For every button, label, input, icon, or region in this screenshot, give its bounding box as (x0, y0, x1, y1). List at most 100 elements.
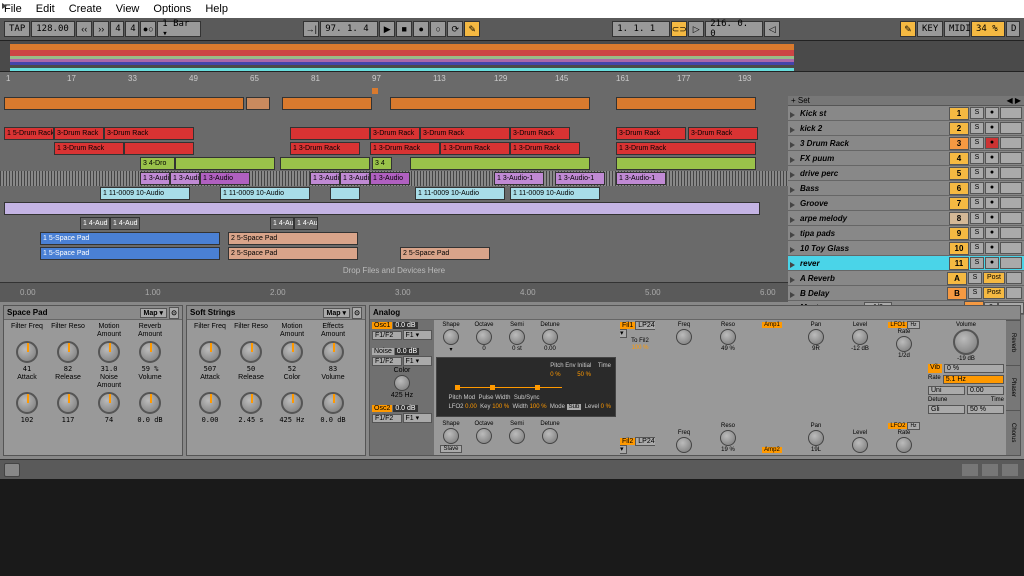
env-val[interactable]: 100 % (530, 404, 547, 410)
follow-icon[interactable]: →| (303, 21, 319, 37)
envelope-display[interactable]: Pitch Env Initial Time 0 % 50 % Pitch Mo… (436, 357, 616, 417)
play-triangle-icon[interactable] (790, 277, 795, 283)
tap-button[interactable]: TAP (4, 21, 30, 37)
loop-length-field[interactable]: 216. 0. 0 (705, 21, 763, 37)
clip[interactable] (330, 187, 360, 200)
vrate-val[interactable]: 5.1 Hz (943, 375, 1004, 384)
play-triangle-icon[interactable] (790, 247, 795, 253)
automation-arm-icon[interactable]: ⟳ (447, 21, 463, 37)
clip[interactable] (410, 157, 590, 170)
solo-button[interactable]: S (970, 257, 984, 269)
clip[interactable]: 2 5-Space Pad (228, 247, 358, 260)
solo-button[interactable]: S (970, 107, 984, 119)
fil1-reso-knob[interactable] (720, 329, 736, 345)
env-val[interactable]: 100 % (492, 404, 509, 410)
clip[interactable]: 1 11-0009 10-Audio (415, 187, 505, 200)
shape2-knob[interactable] (443, 428, 459, 444)
noise-color-knob[interactable] (394, 375, 410, 391)
clip[interactable] (246, 97, 270, 110)
play-triangle-icon[interactable] (790, 172, 795, 178)
track-activator[interactable]: 2 (949, 122, 969, 135)
noise-f1f2[interactable]: F1/F2 (372, 357, 402, 366)
clip[interactable]: 1 5-Space Pad (40, 232, 220, 245)
clip[interactable] (290, 127, 370, 140)
post-button[interactable]: Post (983, 272, 1005, 284)
play-triangle-icon[interactable] (790, 112, 795, 118)
lfo1-tag[interactable]: LFO1 (888, 322, 907, 328)
oct2-knob[interactable] (476, 428, 492, 444)
solo-button[interactable]: S (970, 152, 984, 164)
arm-button[interactable]: ● (985, 257, 999, 269)
track-header[interactable]: Kick st 1 S ● (788, 106, 1024, 121)
gli-time[interactable]: 50 % (967, 405, 1004, 414)
return-track-header[interactable]: A Reverb A S Post (788, 271, 1024, 286)
clip[interactable]: 1 3-Audio (200, 172, 250, 185)
filter freq-knob[interactable] (199, 341, 221, 363)
track-header[interactable]: arpe melody 8 S ● (788, 211, 1024, 226)
bar-ruler[interactable]: 1 17 33 49 65 81 97 113 129 145 161 177 … (0, 72, 1024, 88)
track-header[interactable]: FX puum 4 S ● (788, 151, 1024, 166)
track-activator[interactable]: B (947, 287, 967, 300)
view-selector-icon[interactable] (1002, 464, 1018, 476)
clip[interactable]: 1 5-Drum Rack (4, 127, 54, 140)
amp2-tag[interactable]: Amp2 (762, 447, 782, 453)
solo-button[interactable]: S (970, 167, 984, 179)
gli-tag[interactable]: Gli (928, 405, 965, 414)
track-activator[interactable]: 10 (949, 242, 969, 255)
lfo2-hz[interactable]: Hz (907, 422, 919, 430)
uni-val[interactable]: 0.00 (967, 386, 1004, 395)
view-selector-icon[interactable] (982, 464, 998, 476)
solo-button[interactable]: S (970, 227, 984, 239)
clip[interactable] (124, 142, 194, 155)
env-val[interactable]: 0 % (550, 372, 560, 378)
amp1-level-knob[interactable] (852, 329, 868, 345)
track-header[interactable]: Groove 7 S ● (788, 196, 1024, 211)
env-val[interactable]: 0.00 (465, 404, 477, 410)
stop-button[interactable]: ■ (396, 21, 412, 37)
pencil-mode-button[interactable]: ✎ (900, 21, 916, 37)
midi-map-button[interactable]: MIDI (944, 21, 970, 37)
motion amount-knob[interactable] (98, 341, 120, 363)
clip[interactable]: 1 5-Space Pad (40, 247, 220, 260)
osc2-f1f2[interactable]: F1/F2 (372, 414, 402, 423)
clip[interactable]: 1 4-Aud (270, 217, 294, 230)
tab-phaser[interactable]: Phaser (1006, 365, 1020, 410)
clip[interactable]: 1 3-Audio (140, 172, 170, 185)
solo-button[interactable]: S (970, 242, 984, 254)
map-button[interactable]: Map ▾ (323, 308, 350, 318)
attack-knob[interactable] (16, 392, 38, 414)
volume-knob[interactable] (322, 392, 344, 414)
track-header[interactable]: tipa pads 9 S ● (788, 226, 1024, 241)
clip[interactable]: 3-Drum Rack (420, 127, 510, 140)
env-val[interactable]: 50 % (577, 372, 591, 378)
osc2-tag[interactable]: Osc2 (372, 405, 392, 412)
clip[interactable]: 1 3-Audio-1 (616, 172, 666, 185)
arm-button[interactable]: ● (985, 107, 999, 119)
fil2-tag[interactable]: Fil2 (620, 438, 635, 445)
filter reso-knob[interactable] (57, 341, 79, 363)
track-header[interactable]: drive perc 5 S ● (788, 166, 1024, 181)
track-activator[interactable]: 11 (949, 257, 969, 270)
nudge-up-icon[interactable]: ›› (93, 21, 109, 37)
track-activator[interactable]: 5 (949, 167, 969, 180)
env-val[interactable]: Sub (567, 404, 582, 410)
clip[interactable]: 1 3-Audio (310, 172, 340, 185)
noise amount-knob[interactable] (98, 392, 120, 414)
uni-tag[interactable]: Uni (928, 386, 965, 395)
semi-knob[interactable] (509, 329, 525, 345)
menu-help[interactable]: Help (205, 3, 228, 15)
clip[interactable]: 1 3-Audio (340, 172, 370, 185)
volume-knob[interactable] (139, 392, 161, 414)
noise-level[interactable]: 0.0 dB (395, 348, 419, 355)
clip[interactable] (4, 202, 760, 215)
solo-button[interactable]: S (970, 122, 984, 134)
return-track-header[interactable]: B Delay B S Post (788, 286, 1024, 301)
play-triangle-icon[interactable] (2, 3, 7, 9)
track-activator[interactable]: A (947, 272, 967, 285)
clip[interactable]: 1 3-Drum Rack (370, 142, 440, 155)
amp1-tag[interactable]: Amp1 (762, 322, 782, 328)
slave-select[interactable]: Slave (440, 445, 461, 453)
arm-button[interactable]: ● (985, 137, 999, 149)
lfo2-tag[interactable]: LFO2 (888, 423, 907, 429)
disk-overload-button[interactable]: D (1006, 21, 1020, 37)
